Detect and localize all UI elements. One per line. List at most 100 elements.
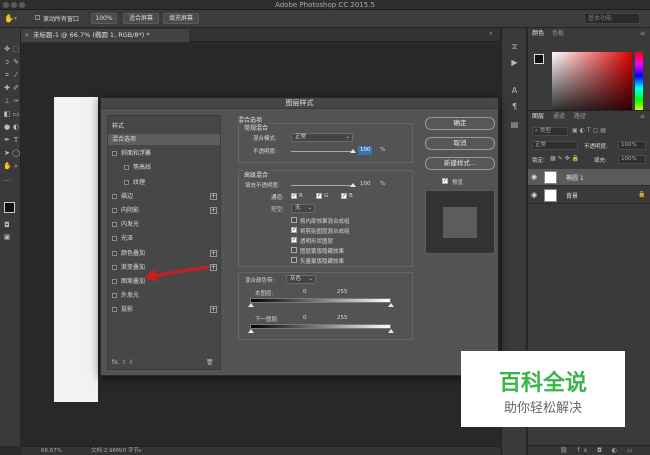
style-checkbox[interactable]	[124, 165, 129, 171]
paragraph-panel-icon[interactable]: ¶	[509, 102, 520, 112]
opacity-slider-track[interactable]	[291, 151, 353, 152]
tab-paths[interactable]: 路径	[574, 111, 586, 123]
style-checkbox[interactable]	[112, 250, 117, 256]
style-item[interactable]: 描边 +	[108, 191, 220, 202]
actions-panel-icon[interactable]: ▶	[509, 58, 520, 68]
close-tab-icon[interactable]: ×	[24, 29, 29, 41]
cancel-button[interactable]: 取消	[425, 137, 495, 150]
style-item[interactable]: 内发光	[108, 219, 220, 230]
workspace-select[interactable]: 基本功能	[584, 13, 640, 24]
zoom-window-button[interactable]	[19, 2, 25, 8]
lasso-tool-icon[interactable]: ↄ	[3, 58, 11, 66]
pen-tool-icon[interactable]: ✒	[3, 136, 11, 144]
trash-icon[interactable]: 🗑	[206, 359, 214, 366]
zoom-readout[interactable]: 66.67%	[41, 447, 62, 455]
opacity-input[interactable]: 100%	[618, 141, 646, 150]
filter-icons[interactable]: ▣◐T▢▤	[572, 127, 608, 134]
add-effect-icon[interactable]: +	[210, 249, 217, 257]
layer-kind-filter[interactable]: ⌕ 类型	[532, 127, 568, 136]
tab-channels[interactable]: 通道	[553, 111, 565, 123]
new-style-button[interactable]: 新建样式...	[425, 157, 495, 170]
document-tab[interactable]: × 未标题-1 @ 66.7% (椭圆 1, RGB/8*) *	[21, 29, 189, 42]
add-effect-icon[interactable]: +	[210, 207, 217, 214]
layer-name[interactable]: 椭圆 1	[566, 173, 584, 182]
panel-menu-icon[interactable]: ≡	[640, 30, 645, 37]
this-layer-gradient[interactable]	[250, 298, 391, 303]
channel-g-checkbox[interactable]: ✓	[316, 193, 322, 199]
channel-r-checkbox[interactable]: ✓	[291, 193, 297, 199]
layer-row[interactable]: ◉ 椭圆 1	[528, 169, 650, 186]
style-checkbox[interactable]	[112, 307, 117, 313]
fill-input[interactable]: 100%	[618, 155, 646, 164]
history-brush-icon[interactable]: ✑	[12, 97, 20, 105]
brush-tool-icon[interactable]: ✐	[12, 84, 20, 92]
add-effect-icon[interactable]: +	[210, 192, 217, 200]
tab-color[interactable]: 颜色	[532, 28, 544, 40]
screen-mode-icon[interactable]: ▣	[3, 233, 11, 241]
blend-mode-select[interactable]: 正常 ⌄	[291, 133, 353, 142]
knockout-select[interactable]: 无 ⌄	[291, 204, 315, 213]
fx-menu-button[interactable]: fx. ⇧ ⇩	[112, 359, 133, 366]
layer-footer-icons[interactable]: ⛓ fx ◘ ◐ ▭ ▢ 🗑	[560, 446, 650, 455]
visibility-eye-icon[interactable]: ◉	[531, 173, 539, 181]
under-layer-gradient[interactable]	[250, 324, 391, 329]
blur-tool-icon[interactable]: ●	[3, 123, 11, 131]
style-item[interactable]: 混合选项	[108, 134, 220, 145]
style-checkbox[interactable]	[124, 179, 129, 185]
opacity-input[interactable]: 100	[358, 146, 372, 155]
scroll-all-windows-checkbox[interactable]	[35, 15, 40, 20]
layer-name[interactable]: 背景	[566, 191, 578, 200]
zoom-tool-icon[interactable]: ⌕	[12, 162, 20, 170]
history-panel-icon[interactable]: ⧖	[509, 42, 520, 52]
style-checkbox[interactable]	[112, 279, 117, 284]
fill-opacity-input[interactable]: 100	[358, 180, 372, 189]
style-item[interactable]: 纹理	[108, 177, 220, 188]
style-checkbox[interactable]	[112, 264, 117, 270]
layer-thumbnail[interactable]	[544, 189, 557, 202]
tab-layers[interactable]: 图层	[532, 111, 544, 123]
fill-opacity-slider-track[interactable]	[291, 185, 353, 186]
transparency-shapes-checkbox[interactable]: ✓	[291, 237, 297, 243]
dodge-tool-icon[interactable]: ◐	[12, 123, 20, 131]
clone-stamp-icon[interactable]: ⊥	[3, 97, 11, 105]
properties-panel-icon[interactable]: ▤	[509, 120, 520, 130]
visibility-eye-icon[interactable]: ◉	[531, 191, 539, 199]
this-layer-black-knob[interactable]	[248, 303, 254, 307]
under-layer-white-knob[interactable]	[388, 329, 394, 333]
style-item[interactable]: 投影 +	[108, 304, 220, 315]
opacity-slider-knob[interactable]	[350, 149, 356, 153]
eyedropper-icon[interactable]: ⁄	[12, 71, 20, 79]
document-canvas[interactable]	[54, 97, 98, 402]
healing-brush-icon[interactable]: ✚	[3, 84, 11, 92]
style-item[interactable]: 光泽	[108, 233, 220, 244]
blend-clipped-checkbox[interactable]: ✓	[291, 227, 297, 233]
quick-select-icon[interactable]: ✎	[12, 58, 20, 66]
channel-b-checkbox[interactable]: ✓	[341, 193, 347, 199]
color-fg-swatch[interactable]	[534, 54, 544, 64]
style-item[interactable]: 外发光	[108, 290, 220, 301]
character-panel-icon[interactable]: A	[509, 86, 520, 96]
blend-if-select[interactable]: 灰色 ⌄	[286, 275, 316, 284]
close-window-button[interactable]	[3, 2, 9, 8]
ok-button[interactable]: 确定	[425, 117, 495, 130]
type-tool-icon[interactable]: T	[12, 136, 20, 144]
style-item[interactable]: 颜色叠加 +	[108, 248, 220, 259]
panel-menu-icon[interactable]: ≡	[640, 113, 645, 120]
layer-mask-hides-checkbox[interactable]	[291, 247, 297, 253]
style-checkbox[interactable]	[112, 222, 117, 228]
move-tool-icon[interactable]: ✥	[3, 45, 11, 53]
style-item[interactable]: 等高线	[108, 162, 220, 173]
under-layer-black-knob[interactable]	[248, 329, 254, 333]
add-effect-icon[interactable]: +	[210, 306, 217, 314]
minimize-window-button[interactable]	[11, 2, 17, 8]
style-checkbox[interactable]	[112, 193, 117, 199]
tab-overflow-icon[interactable]: »	[489, 30, 493, 37]
gradient-tool-icon[interactable]: ▭	[12, 110, 20, 118]
shape-tool-icon[interactable]: ◯	[12, 149, 20, 157]
zoom-100-button[interactable]: 100%	[91, 13, 117, 24]
fit-screen-button[interactable]: 适合屏幕	[123, 13, 159, 24]
status-arrow-icon[interactable]: ▸	[139, 447, 142, 455]
tab-swatches[interactable]: 色板	[552, 28, 564, 40]
preview-checkbox[interactable]: ✓	[442, 178, 448, 184]
crop-tool-icon[interactable]: ⌗	[3, 71, 11, 79]
